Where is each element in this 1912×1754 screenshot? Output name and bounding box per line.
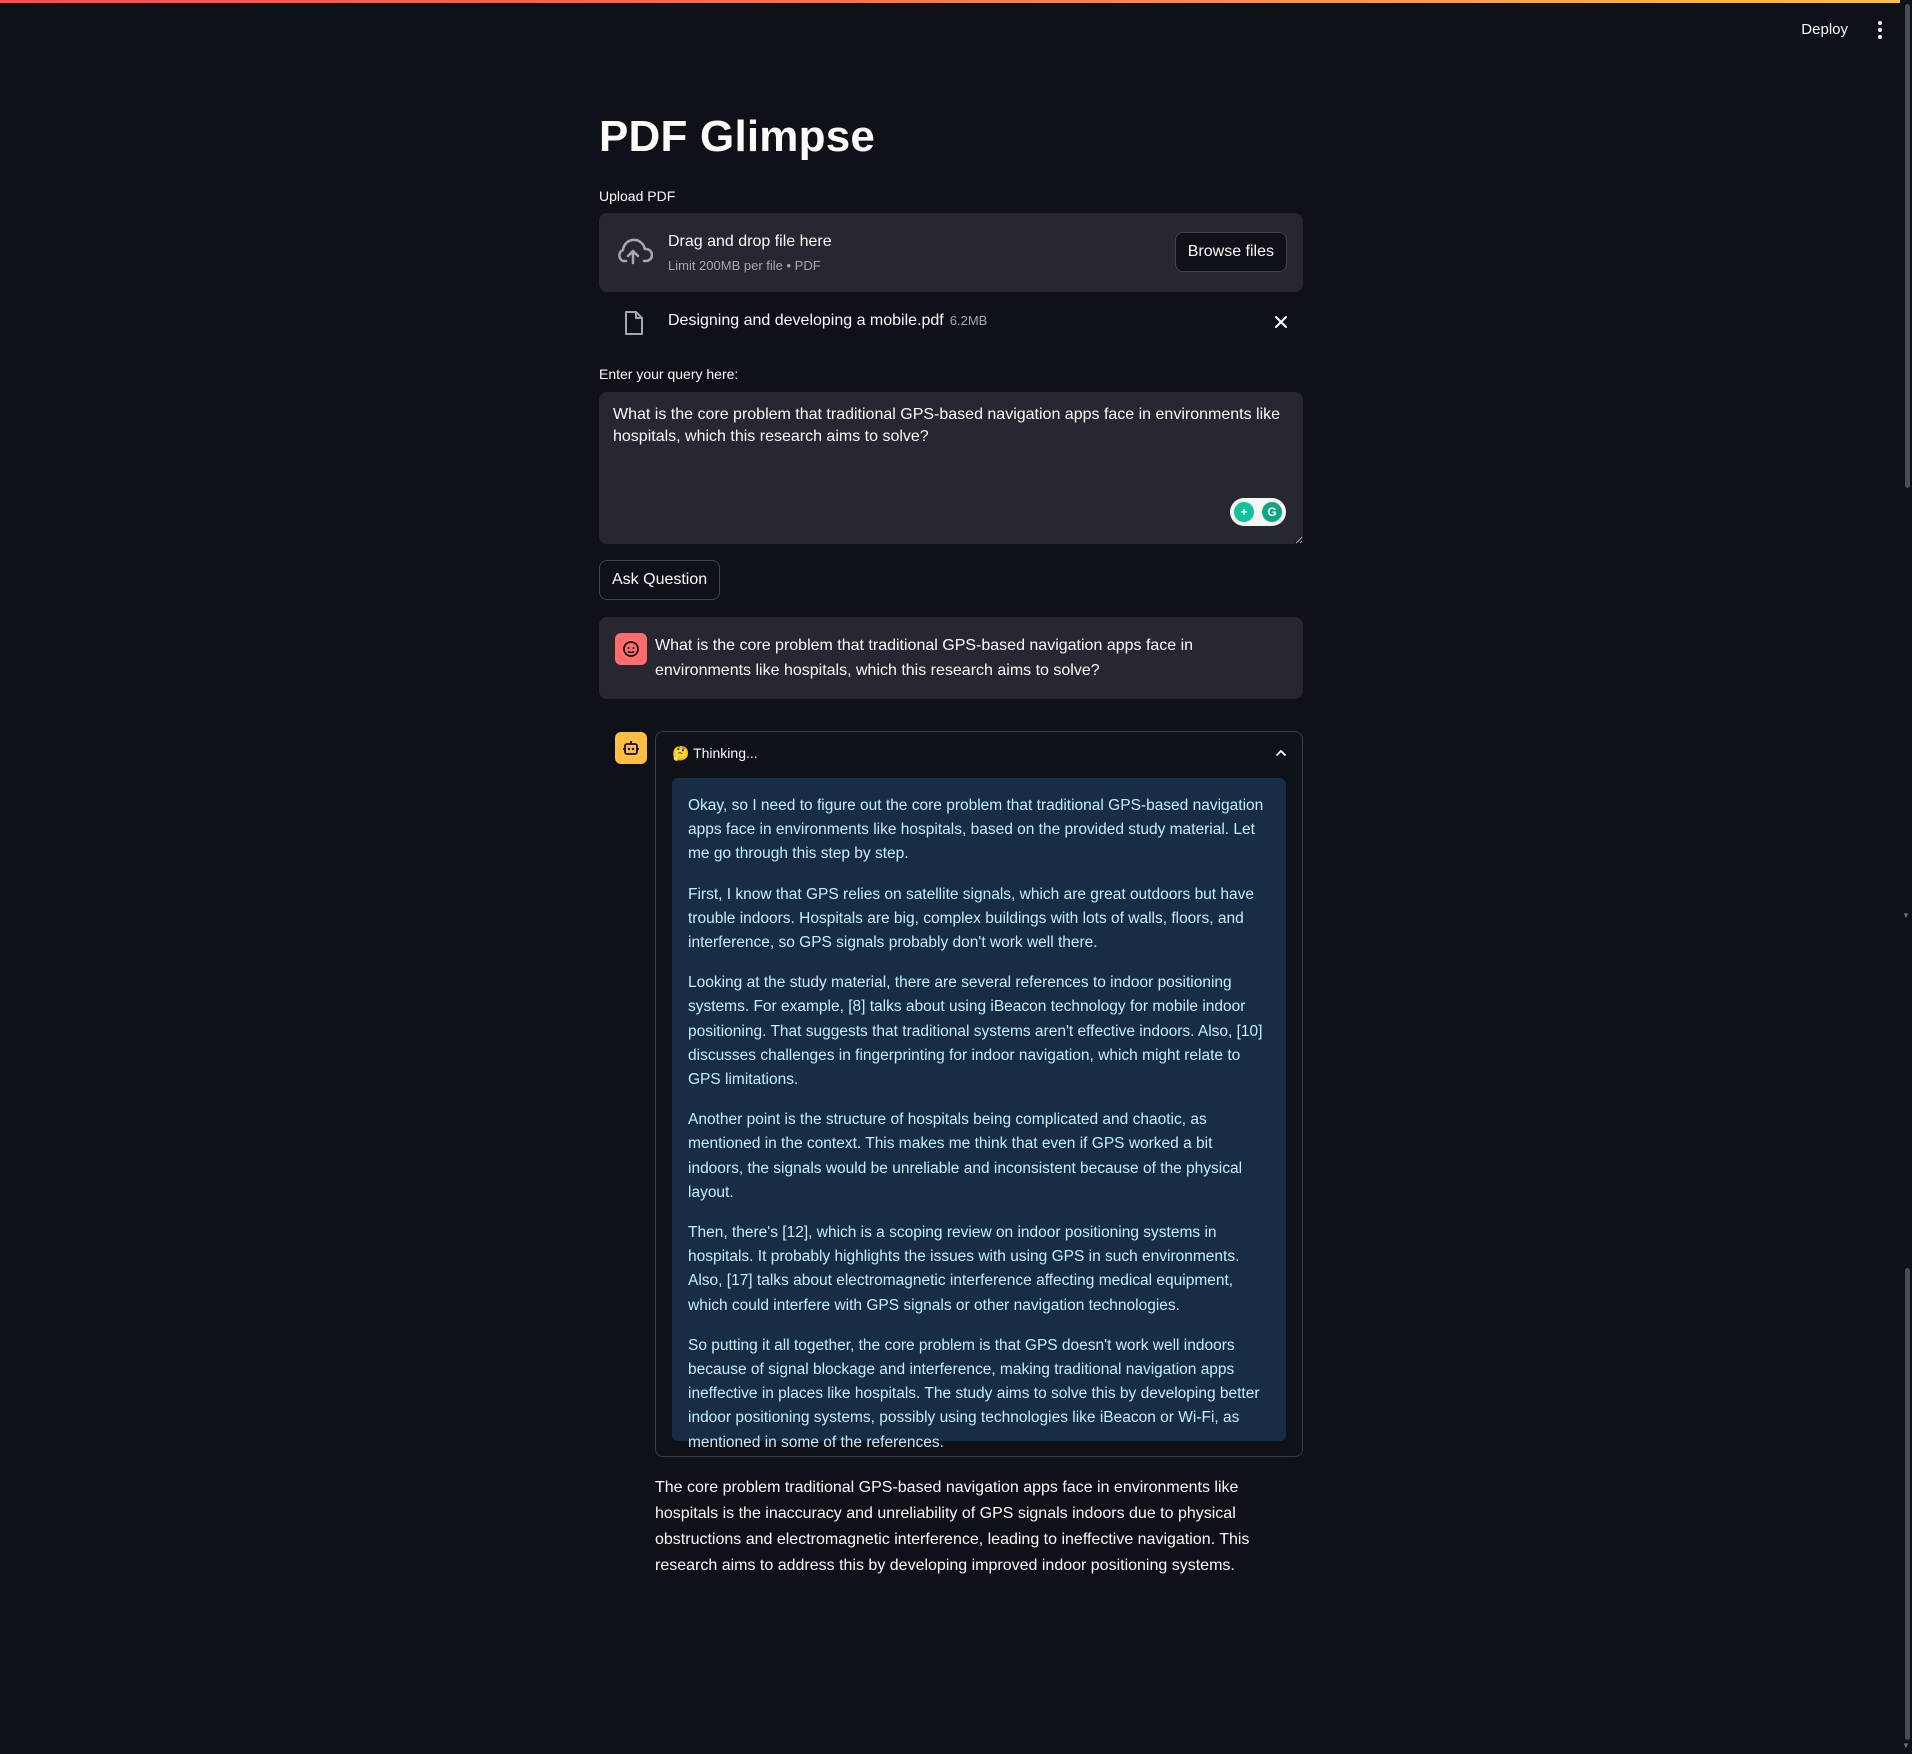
thinking-paragraph: So putting it all together, the core pro…: [688, 1336, 1260, 1451]
query-label: Enter your query here:: [599, 366, 739, 382]
thinking-paragraph: Another point is the structure of hospit…: [688, 1111, 1243, 1201]
file-icon: [625, 311, 643, 335]
file-size: 6.2MB: [949, 313, 988, 328]
deploy-button[interactable]: Deploy: [1795, 17, 1854, 42]
ask-question-button[interactable]: Ask Question: [599, 560, 721, 600]
scrollbar-thumb[interactable]: [1905, 4, 1910, 488]
chevron-up-icon[interactable]: [1274, 746, 1288, 760]
robot-icon: [615, 732, 647, 764]
browse-files-button[interactable]: Browse files: [1174, 232, 1287, 272]
scrollbar[interactable]: ▼ ▼: [1900, 0, 1912, 1754]
file-dropzone[interactable]: Drag and drop file here Limit 200MB per …: [599, 213, 1303, 292]
thinking-paragraph: Then, there's [12], which is a scoping r…: [688, 1224, 1240, 1314]
thinking-content: Okay, so I need to figure out the core p…: [672, 778, 1286, 1451]
scrollbar-thumb-secondary[interactable]: [1905, 1268, 1910, 1740]
dropzone-subtitle: Limit 200MB per file • PDF: [668, 258, 821, 273]
grammarly-widget[interactable]: + G: [1230, 498, 1286, 526]
scroll-down-icon[interactable]: ▼: [1902, 1742, 1910, 1750]
user-message-text: What is the core problem that traditiona…: [655, 637, 1194, 679]
user-chat-message: What is the core problem that traditiona…: [599, 617, 1303, 699]
thinking-paragraph: Okay, so I need to figure out the core p…: [688, 797, 1264, 863]
assistant-answer-text: The core problem traditional GPS-based n…: [655, 1479, 1250, 1574]
thinking-paragraph: First, I know that GPS relies on satelli…: [688, 885, 1255, 952]
file-name: Designing and developing a mobile.pdf: [668, 312, 944, 329]
kebab-menu-icon[interactable]: [1872, 19, 1888, 41]
grammarly-assist-icon[interactable]: +: [1234, 502, 1254, 522]
query-input[interactable]: What is the core problem that traditiona…: [599, 392, 1303, 544]
dropzone-title: Drag and drop file here: [668, 233, 832, 250]
scroll-marker-icon: ▼: [1902, 911, 1910, 920]
thinking-expander[interactable]: 🤔 Thinking... Okay, so I need to figure …: [655, 731, 1303, 1457]
upload-label: Upload PDF: [599, 188, 676, 204]
top-toolbar: Deploy: [0, 3, 1912, 57]
grammarly-icon[interactable]: G: [1262, 502, 1282, 522]
uploaded-file-row: Designing and developing a mobile.pdf 6.2…: [599, 306, 1303, 340]
user-face-icon: [615, 633, 647, 665]
page-title: PDF Glimpse: [599, 112, 876, 161]
cloud-upload-icon: [618, 238, 653, 265]
thinking-paragraph: Looking at the study material, there are…: [688, 974, 1263, 1089]
close-icon[interactable]: [1271, 312, 1291, 332]
thinking-expander-label[interactable]: 🤔 Thinking...: [672, 745, 758, 762]
